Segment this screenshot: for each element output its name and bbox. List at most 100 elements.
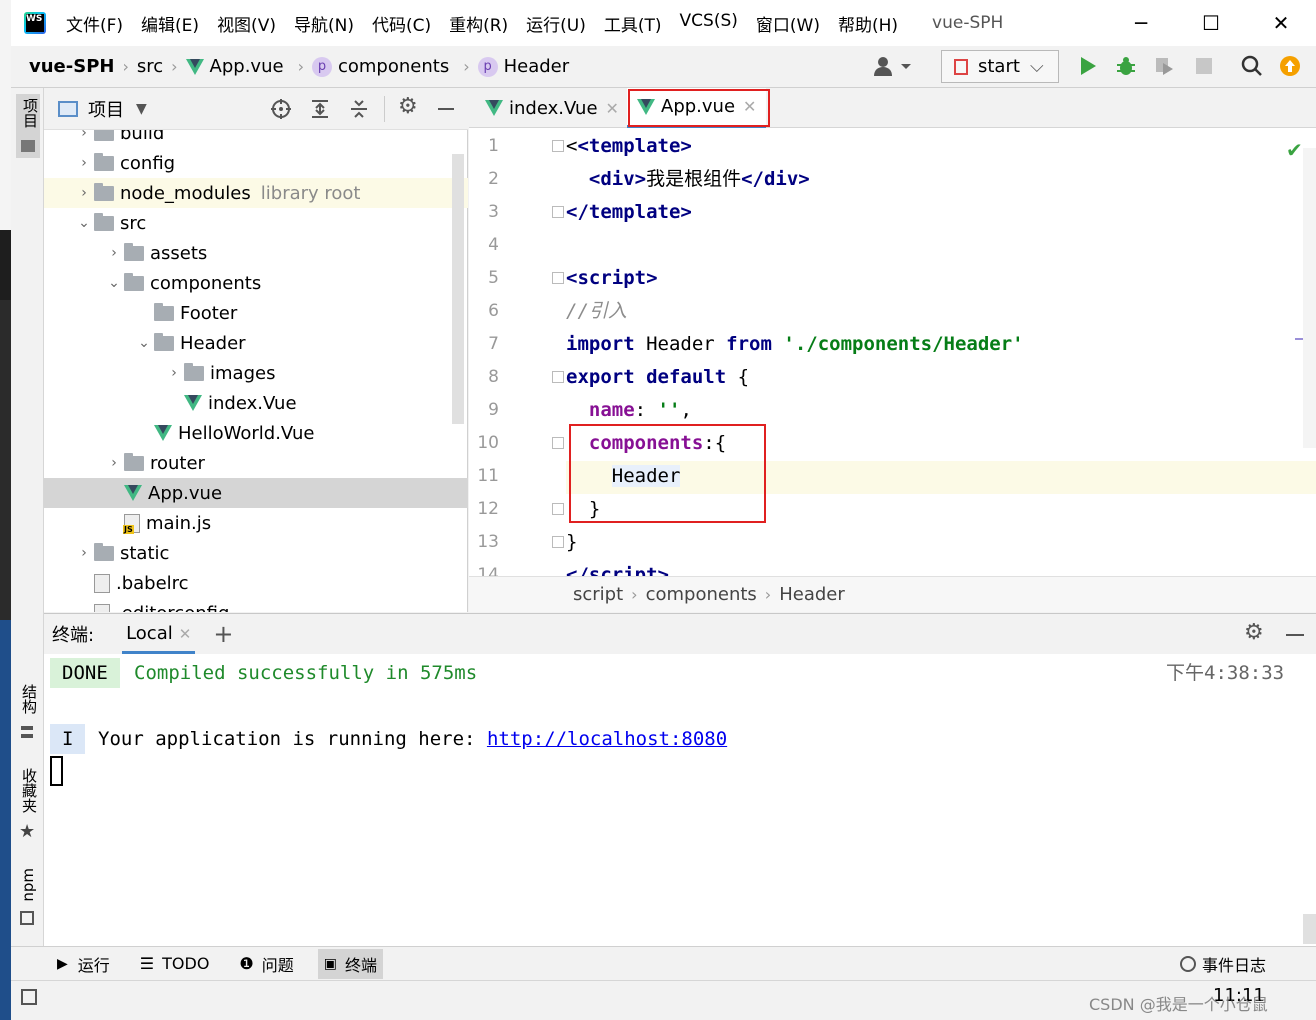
chevron-down-icon[interactable]: ⌄ (134, 335, 154, 351)
menu-item[interactable]: 帮助(H) (838, 11, 898, 36)
fold-marker[interactable] (552, 371, 564, 383)
close-button[interactable]: ✕ (1246, 11, 1316, 35)
tree-item[interactable]: › assets (44, 238, 468, 268)
tree-item[interactable]: › build (44, 130, 468, 148)
terminal-tab-local[interactable]: Local ✕ (122, 614, 196, 654)
code-crumb-components[interactable]: components (646, 584, 757, 605)
tree-scrollbar[interactable] (452, 154, 464, 424)
fold-marker[interactable] (552, 206, 564, 218)
nav-crumb-app[interactable]: App.vue (210, 56, 284, 77)
code-line-13[interactable]: } (566, 526, 577, 559)
hide-panel-icon[interactable] (438, 108, 454, 110)
hide-panel-icon[interactable] (1286, 634, 1304, 636)
run-icon[interactable] (1077, 55, 1099, 77)
nav-project[interactable]: vue-SPH (29, 56, 114, 77)
tree-item[interactable]: › static (44, 538, 468, 568)
fold-marker[interactable] (552, 503, 564, 515)
code-line-9[interactable]: name: '', (566, 394, 692, 427)
tree-item[interactable]: ⌄ components (44, 268, 468, 298)
maximize-button[interactable]: ☐ (1176, 11, 1246, 35)
tool-todo[interactable]: ☰ TODO (134, 949, 216, 979)
code-line-8[interactable]: export default { (566, 361, 749, 394)
stop-icon[interactable] (1193, 55, 1215, 77)
expand-all-icon[interactable] (309, 98, 331, 120)
tree-item[interactable]: .editorconfig (44, 598, 468, 612)
minimize-button[interactable]: ─ (1106, 11, 1176, 35)
favorites-tool-button[interactable]: 收藏夹 (19, 768, 40, 813)
structure-tool-button[interactable]: 结构 (19, 684, 40, 714)
code-crumb-script[interactable]: script (573, 584, 623, 605)
tree-item[interactable]: ⌄ src (44, 208, 468, 238)
tree-item[interactable]: HelloWorld.Vue (44, 418, 468, 448)
tree-item[interactable]: .babelrc (44, 568, 468, 598)
chevron-right-icon[interactable]: › (74, 545, 94, 561)
menu-item[interactable]: 导航(N) (294, 11, 354, 36)
project-tool-button[interactable]: 项目 (16, 94, 40, 158)
menu-item[interactable]: VCS(S) (680, 11, 738, 36)
fold-marker[interactable] (552, 140, 564, 152)
close-icon[interactable]: ✕ (179, 625, 192, 643)
localhost-link[interactable]: http://localhost:8080 (487, 728, 727, 750)
coverage-icon[interactable] (1153, 55, 1175, 77)
tool-event-log[interactable]: 事件日志 (1174, 949, 1272, 979)
gear-icon[interactable]: ⚙ (398, 94, 418, 119)
chevron-right-icon[interactable]: › (74, 155, 94, 171)
layout-icon[interactable] (21, 989, 37, 1005)
menu-item[interactable]: 重构(R) (449, 11, 508, 36)
chevron-right-icon[interactable]: › (74, 130, 94, 141)
code-line-1[interactable]: <<template> (566, 130, 692, 163)
chevron-down-icon[interactable]: ▼ (136, 101, 147, 117)
fold-marker[interactable] (552, 437, 564, 449)
tree-item[interactable]: ⌄ Header (44, 328, 468, 358)
chevron-down-icon[interactable]: ⌄ (104, 275, 124, 291)
chevron-right-icon[interactable]: › (104, 455, 124, 471)
code-line-7[interactable]: import Header from './components/Header' (566, 328, 1024, 361)
menu-item[interactable]: 文件(F) (66, 11, 123, 36)
chevron-right-icon[interactable]: › (74, 185, 94, 201)
update-icon[interactable] (1279, 55, 1301, 77)
menu-item[interactable]: 运行(U) (526, 11, 586, 36)
tree-item[interactable]: Footer (44, 298, 468, 328)
code-line-14[interactable]: </script> (566, 559, 669, 576)
menu-item[interactable]: 工具(T) (604, 11, 662, 36)
terminal-cursor[interactable] (50, 756, 63, 786)
close-icon[interactable]: ✕ (606, 99, 619, 118)
fold-marker[interactable] (552, 272, 564, 284)
code-line-2[interactable]: <div>我是根组件</div> (566, 163, 810, 196)
collapse-all-icon[interactable] (348, 98, 370, 120)
editor-scrollbar[interactable] (1303, 148, 1316, 448)
run-config-select[interactable]: start ⌵ (941, 50, 1059, 83)
menu-item[interactable]: 代码(C) (372, 11, 431, 36)
tree-item[interactable]: › images (44, 358, 468, 388)
search-icon[interactable] (1241, 55, 1263, 77)
chevron-right-icon[interactable]: › (164, 365, 184, 381)
tree-item[interactable]: App.vue (44, 478, 468, 508)
code-line-6[interactable]: //引入 (566, 295, 627, 328)
tree-item[interactable]: › node_modules library root (44, 178, 468, 208)
nav-crumb-src[interactable]: src (137, 56, 163, 77)
nav-crumb-components[interactable]: components (338, 56, 449, 77)
debug-icon[interactable] (1115, 55, 1137, 77)
menu-item[interactable]: 编辑(E) (141, 11, 199, 36)
tree-item[interactable]: › router (44, 448, 468, 478)
gear-icon[interactable]: ⚙ (1244, 620, 1264, 645)
tool-run[interactable]: ▶ 运行 (51, 949, 116, 979)
npm-tool-button[interactable]: npm (19, 868, 37, 902)
tab-index-vue[interactable]: index.Vue ✕ (475, 88, 629, 128)
menu-item[interactable]: 视图(V) (217, 11, 276, 36)
chevron-right-icon[interactable]: › (104, 245, 124, 261)
tree-item[interactable]: › config (44, 148, 468, 178)
code-crumb-header[interactable]: Header (779, 584, 845, 605)
chevron-down-icon[interactable]: ⌄ (74, 215, 94, 231)
fold-marker[interactable] (552, 536, 564, 548)
menu-item[interactable]: 窗口(W) (756, 11, 820, 36)
code-line-5[interactable]: <script> (566, 262, 658, 295)
add-terminal-icon[interactable]: + (213, 620, 233, 648)
user-icon[interactable] (873, 55, 913, 77)
tool-terminal[interactable]: ▣ 终端 (317, 948, 384, 979)
tree-item[interactable]: JS main.js (44, 508, 468, 538)
terminal-scrollbar[interactable] (1303, 914, 1316, 944)
project-view-select[interactable]: 项目 (88, 96, 124, 122)
tool-problems[interactable]: ❶ 问题 (233, 949, 299, 979)
tree-item[interactable]: index.Vue (44, 388, 468, 418)
